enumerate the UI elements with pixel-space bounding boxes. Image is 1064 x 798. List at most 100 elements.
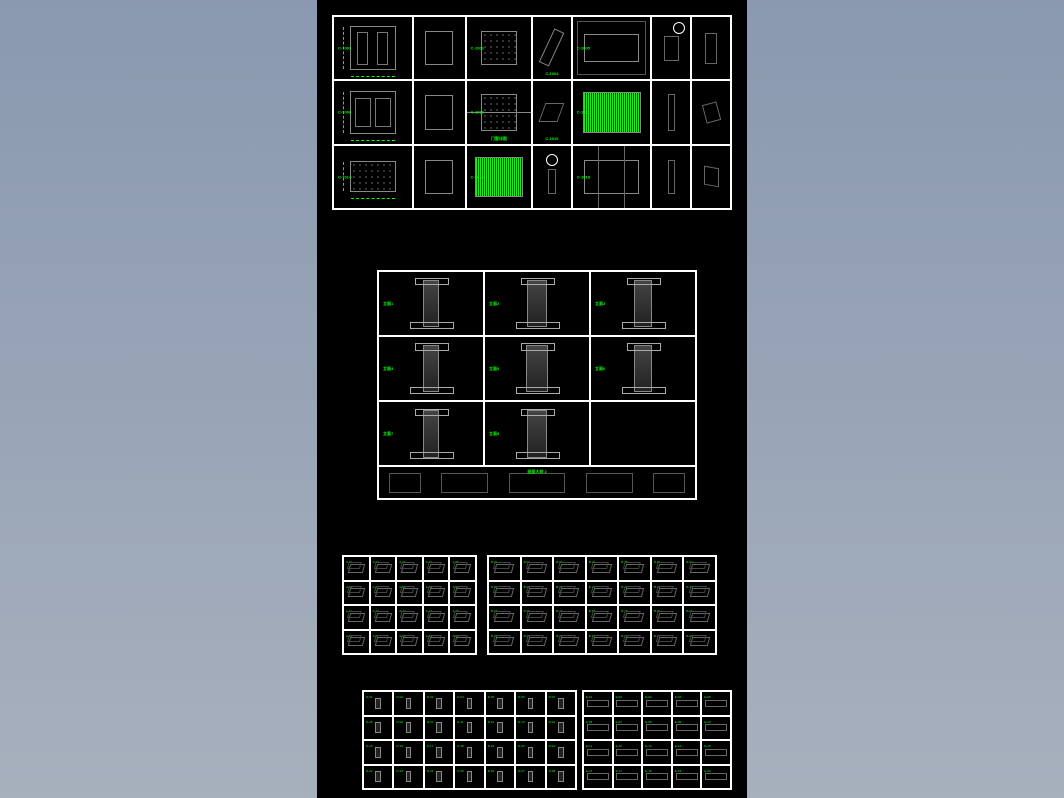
mini-cell: E-02 (613, 691, 643, 716)
mini-drawing (616, 724, 638, 731)
mini-label: E-11 (586, 744, 592, 748)
label-c1005: C-1005 (577, 46, 590, 51)
cell-c1018 (532, 145, 572, 209)
label-e8: 立面8 (489, 431, 499, 437)
cell-c1006 (651, 16, 691, 80)
mini-drawing (676, 724, 698, 731)
mini-label: E-18 (645, 769, 651, 773)
mini-cell: B-24 (553, 630, 586, 655)
mini-cell: B-09 (521, 581, 554, 606)
mini-cell: A-15 (449, 605, 476, 630)
mini-cell: E-20 (701, 765, 731, 790)
mini-label: E-17 (616, 769, 622, 773)
mini-cell: E-06 (583, 716, 613, 741)
mini-drawing (558, 722, 564, 733)
mini-label: D-11 (457, 720, 463, 724)
mini-cell: B-15 (488, 605, 521, 630)
mini-drawing (406, 771, 412, 782)
mini-cell: A-10 (449, 581, 476, 606)
cell-c1008: C-1008 (333, 80, 413, 144)
label-e5: 立面5 (489, 366, 499, 372)
mini-label: D-02 (396, 695, 403, 699)
mini-cell: A-02 (370, 556, 397, 581)
mini-drawing (494, 637, 515, 646)
mini-cell: D-22 (363, 765, 393, 790)
det-5 (653, 473, 685, 493)
mini-drawing (374, 564, 391, 573)
label-e3: 立面3 (595, 301, 605, 307)
label-c1003: C-1003 (471, 46, 484, 51)
mini-cell: E-17 (613, 765, 643, 790)
mini-drawing (646, 724, 668, 731)
mini-drawing (558, 771, 564, 782)
label-c1019: C-1018 (577, 174, 590, 179)
mini-cell: B-10 (553, 581, 586, 606)
section-4b: E-01E-02E-03E-04E-05E-06E-07E-08E-09E-10… (582, 690, 732, 790)
cell-c1020 (651, 145, 691, 209)
label-e1: 立面1 (383, 301, 393, 307)
mini-cell: E-08 (642, 716, 672, 741)
mini-label: D-20 (518, 744, 525, 748)
mini-label: D-06 (518, 695, 525, 699)
mini-cell: A-13 (396, 605, 423, 630)
mini-label: E-04 (675, 695, 681, 699)
mini-label: E-12 (616, 744, 622, 748)
mini-label: E-07 (616, 720, 622, 724)
label-c1010: C-1009 (471, 110, 484, 115)
mini-drawing (616, 773, 638, 780)
cell-c1009 (413, 80, 466, 144)
cell-c1013 (651, 80, 691, 144)
mini-drawing (375, 698, 381, 709)
mini-drawing (494, 564, 515, 573)
cell-c1001: C-1001 (333, 16, 413, 80)
mini-drawing (375, 722, 381, 733)
mini-drawing (401, 637, 418, 646)
mini-drawing (454, 588, 471, 597)
mini-cell: A-14 (423, 605, 450, 630)
mini-drawing (454, 613, 471, 622)
mini-cell: D-27 (515, 765, 545, 790)
section-windows-doors: C-1001 C-1003 C-1004 C-1005 C-1008 C-100… (332, 15, 732, 210)
mini-cell: A-07 (370, 581, 397, 606)
mini-cell: A-04 (423, 556, 450, 581)
mini-label: D-16 (396, 744, 403, 748)
cell-c1007 (691, 16, 731, 80)
mini-cell: B-19 (618, 605, 651, 630)
mini-label: D-22 (366, 769, 373, 773)
mini-cell: B-20 (651, 605, 684, 630)
elev-1: 立面1 (378, 271, 484, 336)
elev-5: 立面5 (484, 336, 590, 401)
mini-cell: B-27 (651, 630, 684, 655)
mini-drawing (374, 588, 391, 597)
mini-drawing (592, 588, 613, 597)
mini-drawing (401, 613, 418, 622)
det-4 (586, 473, 633, 493)
mini-cell: D-05 (485, 691, 515, 716)
mini-drawing (428, 613, 445, 622)
mini-label: D-12 (488, 720, 495, 724)
cell-c1003: C-1003 (466, 16, 532, 80)
mini-cell: B-03 (553, 556, 586, 581)
mini-cell: E-09 (672, 716, 702, 741)
mini-cell: B-21 (683, 605, 716, 630)
mini-cell: E-13 (642, 740, 672, 765)
mini-cell: B-11 (586, 581, 619, 606)
mini-drawing (348, 637, 365, 646)
mini-label: D-18 (457, 744, 464, 748)
det-3 (509, 473, 566, 493)
mini-cell: D-26 (485, 765, 515, 790)
mini-drawing (616, 700, 638, 707)
label-c1011: C-1010 (545, 136, 558, 141)
mini-drawing (526, 637, 547, 646)
cell-c1014 (691, 80, 731, 144)
mini-cell: A-17 (370, 630, 397, 655)
mini-cell: B-26 (618, 630, 651, 655)
mini-label: E-01 (586, 695, 592, 699)
mini-drawing (646, 700, 668, 707)
mini-cell: A-19 (423, 630, 450, 655)
mini-drawing (528, 698, 534, 709)
mini-drawing (454, 564, 471, 573)
mini-drawing (375, 771, 381, 782)
cell-c1021 (691, 145, 731, 209)
mini-drawing (657, 637, 678, 646)
